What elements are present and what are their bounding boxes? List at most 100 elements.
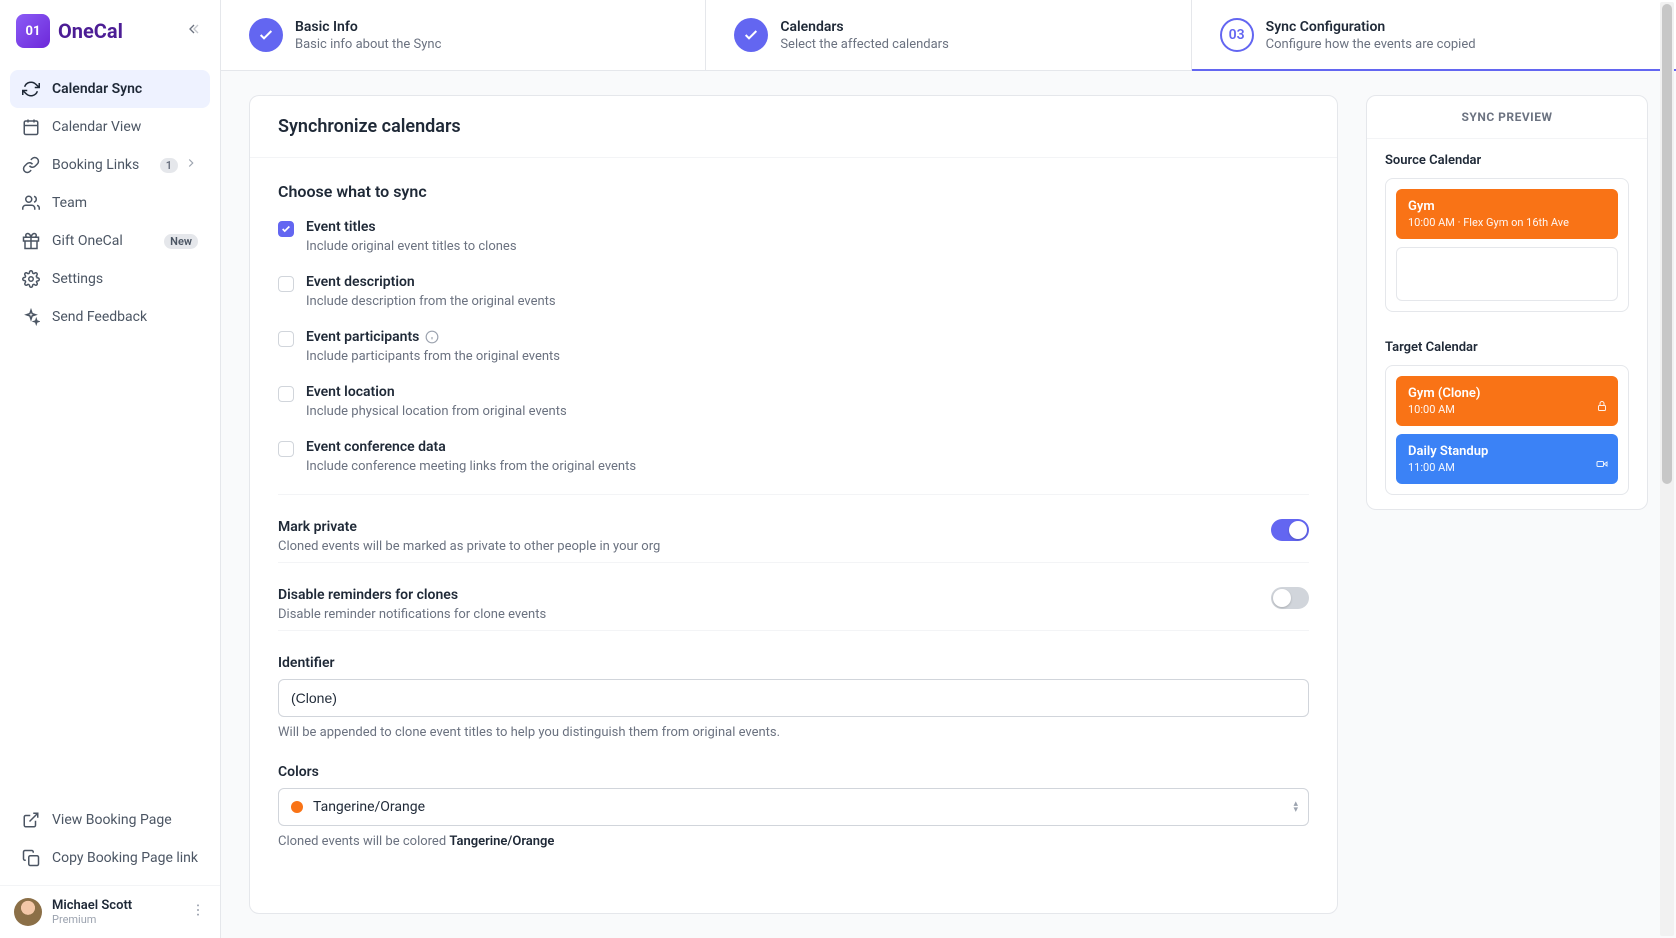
copy-icon — [22, 849, 40, 867]
sidebar-item-calendar-view[interactable]: Calendar View — [10, 108, 210, 146]
toggle-mark-private-row: Mark private Cloned events will be marke… — [278, 519, 1309, 554]
sparkle-icon — [22, 308, 40, 326]
sidebar-item-booking-links[interactable]: Booking Links 1 — [10, 146, 210, 184]
user-footer: Michael Scott Premium — [0, 885, 220, 938]
sidebar-item-view-booking-page[interactable]: View Booking Page — [10, 801, 210, 839]
step-basic-info[interactable]: Basic Info Basic info about the Sync — [221, 0, 706, 70]
target-event-daily-standup: Daily Standup 11:00 AM — [1396, 434, 1618, 484]
colors-helper: Cloned events will be colored Tangerine/… — [278, 834, 1309, 849]
identifier-input[interactable] — [278, 679, 1309, 717]
sidebar-item-team[interactable]: Team — [10, 184, 210, 222]
option-event-conference: Event conference data Include conference… — [278, 439, 1309, 474]
step-calendars[interactable]: Calendars Select the affected calendars — [706, 0, 1191, 70]
step-title: Sync Configuration — [1266, 19, 1476, 35]
sidebar-item-label: Calendar View — [52, 119, 141, 135]
toggle-label: Disable reminders for clones — [278, 587, 546, 603]
chevron-right-icon — [184, 156, 198, 174]
content-area: Synchronize calendars Choose what to syn… — [221, 71, 1676, 938]
sidebar-item-feedback[interactable]: Send Feedback — [10, 298, 210, 336]
switch-mark-private[interactable] — [1271, 519, 1309, 541]
divider — [278, 494, 1309, 495]
checkbox-event-participants[interactable] — [278, 331, 294, 347]
toggle-desc: Cloned events will be marked as private … — [278, 539, 660, 554]
checkbox-event-titles[interactable] — [278, 221, 294, 237]
colors-select[interactable]: Tangerine/Orange ▴▾ — [278, 788, 1309, 826]
video-icon — [1596, 455, 1608, 474]
sidebar-item-label: View Booking Page — [52, 812, 172, 828]
user-menu-button[interactable] — [190, 902, 206, 922]
sidebar: 01 OneCal Calendar Sync Calendar View Bo… — [0, 0, 221, 938]
info-icon[interactable] — [425, 330, 439, 344]
sidebar-item-copy-booking-link[interactable]: Copy Booking Page link — [10, 839, 210, 877]
toggle-label: Mark private — [278, 519, 660, 535]
user-name: Michael Scott — [52, 898, 132, 913]
scrollbar-track[interactable] — [1660, 2, 1674, 936]
step-done-icon — [249, 18, 283, 52]
check-icon — [743, 27, 759, 43]
checkbox-event-conference[interactable] — [278, 441, 294, 457]
select-chevron-icon: ▴▾ — [1293, 801, 1298, 813]
sidebar-item-label: Calendar Sync — [52, 81, 142, 97]
option-desc: Include physical location from original … — [306, 404, 567, 419]
check-icon — [281, 224, 291, 234]
scrollbar-thumb[interactable] — [1662, 4, 1672, 484]
source-calendar-box: Gym 10:00 AM · Flex Gym on 16th Ave — [1385, 178, 1629, 312]
sidebar-item-label: Booking Links — [52, 157, 139, 173]
option-label: Event location — [306, 384, 567, 400]
gear-icon — [22, 270, 40, 288]
sidebar-item-settings[interactable]: Settings — [10, 260, 210, 298]
source-event-placeholder — [1396, 247, 1618, 301]
new-badge: New — [164, 234, 198, 249]
target-calendar-block: Target Calendar Gym (Clone) 10:00 AM Dai… — [1367, 326, 1647, 509]
source-event-gym: Gym 10:00 AM · Flex Gym on 16th Ave — [1396, 189, 1618, 239]
sidebar-item-calendar-sync[interactable]: Calendar Sync — [10, 70, 210, 108]
sidebar-item-gift[interactable]: Gift OneCal New — [10, 222, 210, 260]
sidebar-nav: Calendar Sync Calendar View Booking Link… — [0, 62, 220, 793]
user-plan: Premium — [52, 913, 132, 926]
external-link-icon — [22, 811, 40, 829]
lock-icon — [1596, 397, 1608, 416]
switch-disable-reminders[interactable] — [1271, 587, 1309, 609]
option-label: Event description — [306, 274, 556, 290]
divider — [278, 630, 1309, 631]
step-sync-configuration[interactable]: 03 Sync Configuration Configure how the … — [1192, 0, 1676, 70]
option-event-description: Event description Include description fr… — [278, 274, 1309, 309]
identifier-label: Identifier — [278, 655, 1309, 671]
preview-title: SYNC PREVIEW — [1367, 96, 1647, 139]
gift-icon — [22, 232, 40, 250]
target-calendar-box: Gym (Clone) 10:00 AM Daily Standup 11:00… — [1385, 365, 1629, 495]
event-subtitle: 10:00 AM · Flex Gym on 16th Ave — [1408, 216, 1606, 229]
step-desc: Configure how the events are copied — [1266, 37, 1476, 52]
sidebar-item-label: Gift OneCal — [52, 233, 123, 249]
refresh-icon — [22, 80, 40, 98]
option-desc: Include participants from the original e… — [306, 349, 560, 364]
step-done-icon — [734, 18, 768, 52]
event-subtitle: 10:00 AM — [1408, 403, 1606, 416]
source-calendar-block: Source Calendar Gym 10:00 AM · Flex Gym … — [1367, 139, 1647, 326]
option-event-location: Event location Include physical location… — [278, 384, 1309, 419]
step-title: Basic Info — [295, 19, 441, 35]
option-desc: Include description from the original ev… — [306, 294, 556, 309]
target-calendar-label: Target Calendar — [1385, 340, 1629, 355]
avatar — [14, 898, 42, 926]
toggle-desc: Disable reminder notifications for clone… — [278, 607, 546, 622]
target-event-gym-clone: Gym (Clone) 10:00 AM — [1396, 376, 1618, 426]
calendar-icon — [22, 118, 40, 136]
step-desc: Select the affected calendars — [780, 37, 948, 52]
brand-logo-icon: 01 — [16, 14, 50, 48]
check-icon — [258, 27, 274, 43]
checkbox-event-location[interactable] — [278, 386, 294, 402]
users-icon — [22, 194, 40, 212]
switch-knob — [1289, 521, 1307, 539]
colors-selected-value: Tangerine/Orange — [313, 799, 425, 815]
sidebar-item-label: Team — [52, 195, 87, 211]
sidebar-item-label: Send Feedback — [52, 309, 147, 325]
preview-panel: SYNC PREVIEW Source Calendar Gym 10:00 A… — [1366, 95, 1648, 914]
sidebar-bottom-nav: View Booking Page Copy Booking Page link — [0, 793, 220, 877]
checkbox-event-description[interactable] — [278, 276, 294, 292]
sidebar-collapse-button[interactable] — [180, 17, 204, 45]
step-title: Calendars — [780, 19, 948, 35]
main-content: Basic Info Basic info about the Sync Cal… — [221, 0, 1676, 938]
divider — [278, 562, 1309, 563]
brand-logo-text: OneCal — [58, 19, 123, 43]
